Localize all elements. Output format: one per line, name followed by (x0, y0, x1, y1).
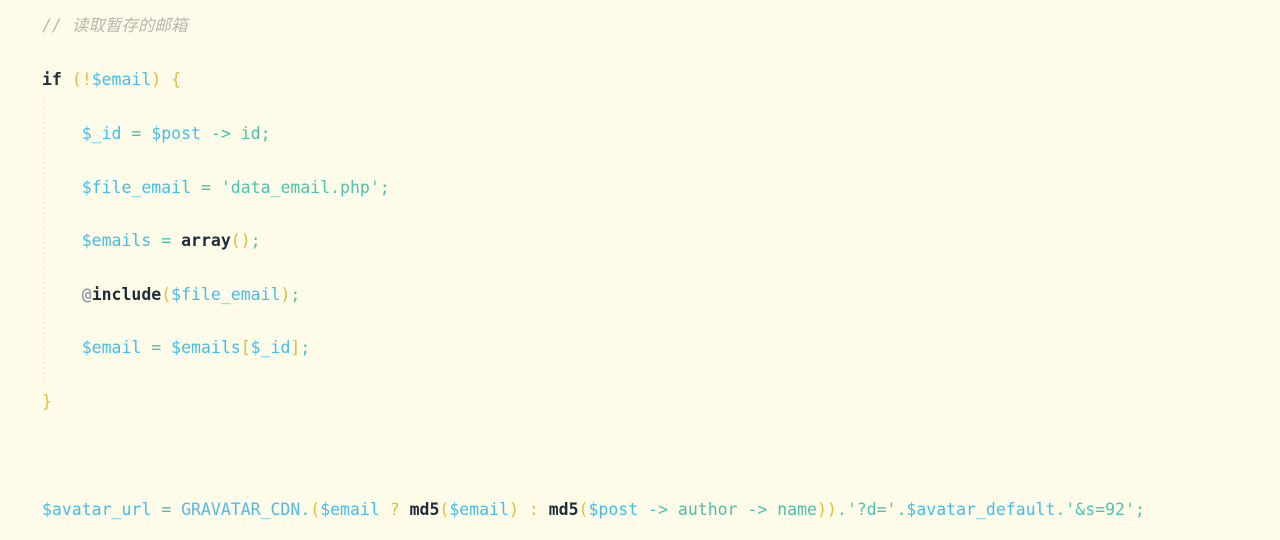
assign-operator: = (141, 338, 172, 357)
bracket-open: [ (240, 338, 251, 357)
code-line-3[interactable]: $_id = $post -> id; (42, 124, 271, 144)
at-sign: @ (81, 285, 92, 304)
function-array: array (181, 231, 231, 250)
concat-dot: . (300, 500, 311, 519)
paren-open: ( (310, 500, 321, 519)
function-md5-a: md5 (409, 500, 440, 519)
paren-close: ) (280, 285, 291, 304)
comment-slashes: // (42, 16, 72, 35)
variable-email: $email (91, 70, 152, 89)
arrow-operator: -> (638, 500, 678, 519)
semicolon: ; (260, 124, 271, 143)
variable-email: $email (449, 500, 509, 519)
code-line-4[interactable]: $file_email = 'data_email.php'; (42, 178, 390, 198)
semicolon: ; (379, 178, 390, 197)
code-line-2[interactable]: if (!$email) { (42, 70, 181, 90)
concat-dot: . (836, 500, 847, 519)
code-editor-pane: // 读取暂存的邮箱 if (!$email) { $_id = $post -… (0, 0, 1280, 540)
array-key-underscore-id: $_id (250, 338, 291, 357)
variable-post: $post (588, 500, 639, 519)
paren-open: ( (71, 70, 82, 89)
string-size-92: '&s=92' (1065, 500, 1135, 519)
variable-avatar-default: $avatar_default (906, 500, 1056, 519)
variable-email: $email (320, 500, 380, 519)
code-line-8[interactable]: } (42, 392, 52, 412)
concat-dot: . (1055, 500, 1066, 519)
code-line-11[interactable]: $avatar_url = GRAVATAR_CDN.($email ? md5… (42, 500, 1145, 520)
semicolon: ; (1134, 500, 1145, 519)
function-md5-b: md5 (548, 500, 579, 519)
semicolon: ; (290, 285, 301, 304)
variable-emails: $emails (171, 338, 241, 357)
paren-close: ) (151, 70, 162, 89)
parens: () (230, 231, 251, 250)
assign-operator: = (151, 500, 182, 519)
semicolon: ; (250, 231, 261, 250)
constant-gravatar-cdn: GRAVATAR_CDN (181, 500, 301, 519)
code-line-5[interactable]: $emails = array(); (42, 231, 261, 251)
code-line-1[interactable]: // 读取暂存的邮箱 (42, 16, 187, 36)
code-line-6[interactable]: @include($file_email); (42, 285, 301, 305)
ternary-question: ? (379, 500, 410, 519)
keyword-if: if (42, 70, 62, 89)
paren-open: ( (578, 500, 589, 519)
concat-dot: . (896, 500, 907, 519)
property-author: author (677, 500, 738, 519)
variable-file-email: $file_email (81, 178, 192, 197)
comment-text: 读取暂存的邮箱 (71, 16, 188, 35)
variable-file-email: $file_email (171, 285, 281, 304)
parens-close: )) (817, 500, 837, 519)
brace-close: } (42, 392, 52, 411)
arrow-operator: -> (200, 124, 241, 143)
variable-avatar-url: $avatar_url (42, 500, 152, 519)
paren-open: ( (161, 285, 172, 304)
variable-email: $email (81, 338, 142, 357)
brace-open: { (161, 70, 182, 89)
variable-underscore-id: $_id (81, 124, 122, 143)
assign-operator: = (151, 231, 182, 250)
arrow-operator: -> (737, 500, 778, 519)
assign-operator: = (121, 124, 152, 143)
ternary-colon: : (518, 500, 549, 519)
code-line-7[interactable]: $email = $emails[$_id]; (42, 338, 311, 358)
not-operator: ! (81, 70, 92, 89)
semicolon: ; (300, 338, 311, 357)
property-name: name (777, 500, 817, 519)
variable-post: $post (151, 124, 201, 143)
variable-emails: $emails (81, 231, 152, 250)
bracket-close: ] (290, 338, 301, 357)
string-query-d: '?d=' (846, 500, 897, 519)
paren-close: ) (508, 500, 519, 519)
paren-open: ( (439, 500, 450, 519)
assign-operator: = (191, 178, 221, 197)
string-data-email-php: 'data_email.php' (220, 178, 380, 197)
property-id: id (240, 124, 261, 143)
function-include: include (91, 285, 162, 304)
